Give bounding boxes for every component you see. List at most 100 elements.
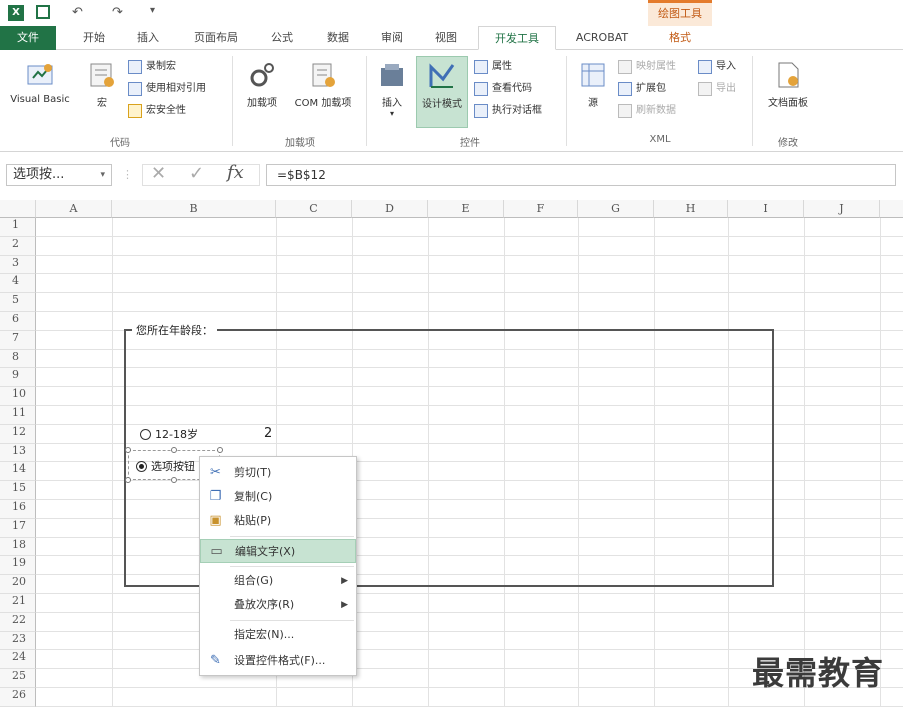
tab-home[interactable]: 开始: [74, 26, 114, 50]
format-control-icon: ✎: [210, 653, 221, 668]
group-separator: [752, 56, 753, 146]
tab-review[interactable]: 审阅: [372, 26, 412, 50]
row-header[interactable]: 22: [0, 612, 36, 632]
row-header[interactable]: 12: [0, 424, 36, 444]
grid-line: [36, 311, 903, 312]
menu-item-cut[interactable]: ✂ 剪切(T): [200, 461, 356, 485]
row-header[interactable]: 4: [0, 274, 36, 294]
row-header[interactable]: 10: [0, 387, 36, 406]
resize-handle[interactable]: [171, 447, 177, 453]
row-header[interactable]: 26: [0, 688, 36, 707]
tab-file[interactable]: 文件: [0, 26, 56, 50]
radio-option-selected[interactable]: 选项按钮: [136, 458, 195, 474]
map-properties-button[interactable]: 映射属性: [618, 58, 676, 76]
tab-acrobat[interactable]: ACROBAT: [566, 26, 638, 50]
menu-item-paste[interactable]: ▣ 粘贴(P): [200, 509, 356, 533]
resize-handle[interactable]: [125, 477, 131, 483]
row-header[interactable]: 11: [0, 406, 36, 425]
macro-security-button[interactable]: 宏安全性: [128, 102, 186, 120]
document-panel-button[interactable]: 文档面板: [758, 60, 818, 109]
tab-formulas[interactable]: 公式: [262, 26, 302, 50]
drawing-tools-context-tab: 绘图工具: [648, 0, 712, 26]
import-button[interactable]: 导入: [698, 58, 736, 76]
undo-icon[interactable]: ↶: [72, 5, 83, 20]
relative-reference-button[interactable]: 使用相对引用: [128, 80, 206, 98]
menu-item-copy[interactable]: ❐ 复制(C): [200, 485, 356, 509]
row-header[interactable]: 18: [0, 537, 36, 557]
resize-handle[interactable]: [125, 447, 131, 453]
row-header[interactable]: 2: [0, 236, 36, 256]
tab-data[interactable]: 数据: [318, 26, 358, 50]
row-header[interactable]: 24: [0, 650, 36, 670]
column-header[interactable]: I: [728, 200, 804, 218]
grid-line: [36, 273, 903, 275]
column-header[interactable]: H: [654, 200, 728, 218]
insert-control-button[interactable]: 插入 ▾: [372, 60, 412, 118]
row-header[interactable]: 25: [0, 669, 36, 688]
column-header[interactable]: A: [36, 200, 112, 218]
row-header[interactable]: 14: [0, 462, 36, 482]
com-addins-button[interactable]: COM 加载项: [286, 60, 360, 109]
gear-icon: [247, 60, 277, 90]
radio-option-12-18[interactable]: 12-18岁: [140, 426, 198, 442]
formula-input[interactable]: =$B$12: [266, 164, 896, 186]
column-header[interactable]: E: [428, 200, 504, 218]
tab-insert[interactable]: 插入: [128, 26, 168, 50]
xml-source-button[interactable]: 源: [576, 60, 610, 109]
row-header[interactable]: 13: [0, 443, 36, 463]
menu-item-group[interactable]: 组合(G) ▶: [200, 569, 356, 593]
redo-icon[interactable]: ↷: [112, 5, 123, 20]
resize-handle[interactable]: [171, 477, 177, 483]
menu-item-order[interactable]: 叠放次序(R) ▶: [200, 593, 356, 617]
column-header-partial: [880, 200, 903, 218]
row-header[interactable]: 9: [0, 368, 36, 388]
enter-icon[interactable]: ✓: [189, 163, 204, 184]
row-header[interactable]: 5: [0, 293, 36, 312]
menu-item-assign-macro[interactable]: 指定宏(N)...: [200, 623, 356, 647]
column-header[interactable]: D: [352, 200, 428, 218]
design-mode-button[interactable]: 设计模式: [416, 56, 468, 128]
row-header[interactable]: 1: [0, 218, 36, 237]
row-header[interactable]: 8: [0, 349, 36, 369]
column-header[interactable]: J: [804, 200, 880, 218]
select-all-corner[interactable]: [0, 200, 36, 218]
column-header[interactable]: C: [276, 200, 352, 218]
cancel-icon[interactable]: ✕: [151, 163, 166, 184]
expansion-packs-button[interactable]: 扩展包: [618, 80, 666, 98]
tab-view[interactable]: 视图: [426, 26, 466, 50]
quick-access-dropdown-icon[interactable]: ▾: [150, 5, 155, 16]
export-button[interactable]: 导出: [698, 80, 736, 98]
tab-developer[interactable]: 开发工具: [478, 26, 556, 50]
row-header[interactable]: 21: [0, 594, 36, 613]
row-header[interactable]: 23: [0, 631, 36, 651]
refresh-data-button[interactable]: 刷新数据: [618, 102, 676, 120]
name-box[interactable]: 选项按... ▾: [6, 164, 112, 186]
column-header[interactable]: B: [112, 200, 276, 218]
column-header[interactable]: F: [504, 200, 578, 218]
row-header[interactable]: 20: [0, 575, 36, 594]
view-code-button[interactable]: 查看代码: [474, 80, 532, 98]
refresh-data-icon: [618, 104, 632, 118]
properties-button[interactable]: 属性: [474, 58, 512, 76]
visual-basic-button[interactable]: Visual Basic: [4, 60, 76, 105]
save-icon[interactable]: [36, 5, 50, 19]
row-header[interactable]: 15: [0, 481, 36, 500]
tab-format[interactable]: 格式: [652, 26, 708, 50]
record-macro-button[interactable]: 录制宏: [128, 58, 176, 76]
import-icon: [698, 60, 712, 74]
row-header[interactable]: 17: [0, 518, 36, 538]
resize-handle[interactable]: [217, 447, 223, 453]
row-header[interactable]: 3: [0, 255, 36, 275]
row-header[interactable]: 7: [0, 330, 36, 350]
run-dialog-button[interactable]: 执行对话框: [474, 102, 542, 120]
row-header[interactable]: 16: [0, 500, 36, 519]
addins-button[interactable]: 加载项: [240, 60, 284, 109]
insert-function-icon[interactable]: fx: [227, 162, 244, 183]
menu-item-format-control[interactable]: ✎ 设置控件格式(F)...: [200, 649, 356, 673]
row-header[interactable]: 6: [0, 312, 36, 331]
macros-button[interactable]: 宏: [84, 60, 120, 109]
row-header[interactable]: 19: [0, 556, 36, 576]
tab-page-layout[interactable]: 页面布局: [184, 26, 248, 50]
menu-item-edit-text[interactable]: ▭ 编辑文字(X): [200, 539, 356, 563]
column-header[interactable]: G: [578, 200, 654, 218]
